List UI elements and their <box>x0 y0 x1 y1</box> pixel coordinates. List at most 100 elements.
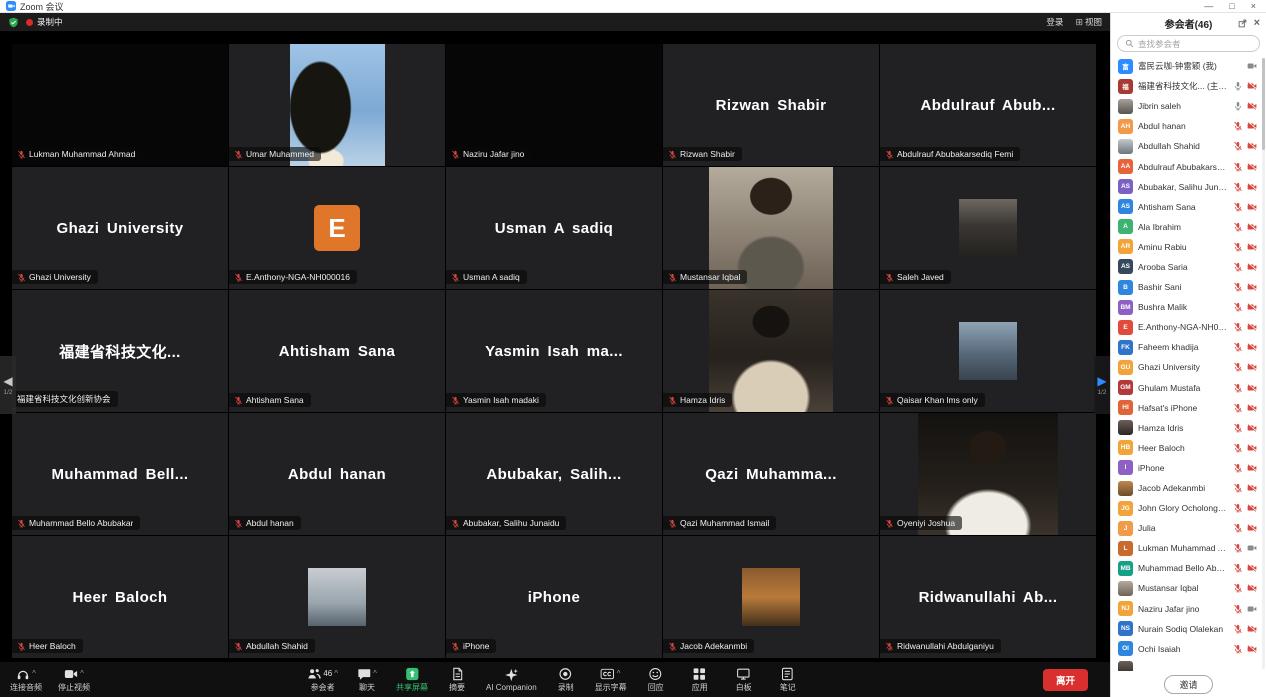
participant-row[interactable]: JG John Glory Ocholongwa <box>1111 498 1266 518</box>
video-tile[interactable]: Abdullah Shahid <box>229 536 445 658</box>
mic-muted-icon <box>1233 443 1243 453</box>
video-tile[interactable]: Hamza Idris <box>663 290 879 412</box>
participants-button[interactable]: 46 ^ 参会者 <box>307 666 338 693</box>
participant-row[interactable]: 富 富民云咖-钟雷颖 (我) <box>1111 56 1266 76</box>
headset-button[interactable]: ^ 连接音频 <box>10 666 42 693</box>
chat-button[interactable]: ^ 聊天 <box>352 666 382 693</box>
participant-row[interactable]: OI Ochi Isaiah <box>1111 639 1266 659</box>
video-tile[interactable]: Lukman Muhammad Ahmad <box>12 44 228 166</box>
participant-row[interactable]: GU Ghazi University <box>1111 357 1266 377</box>
avatar: L <box>1118 541 1133 556</box>
scrollbar-track[interactable] <box>1262 58 1265 669</box>
record-button[interactable]: 录制 <box>551 666 581 693</box>
muted-mic-icon <box>17 519 26 528</box>
video-tile[interactable]: Jacob Adekanmbi <box>663 536 879 658</box>
participant-row[interactable]: AH Abdul hanan <box>1111 116 1266 136</box>
video-tile[interactable]: Saleh Javed <box>880 167 1096 289</box>
participant-row[interactable]: AR Aminu Rabiu <box>1111 237 1266 257</box>
scrollbar-thumb[interactable] <box>1262 58 1265 150</box>
share-screen-button[interactable]: 共享屏幕 <box>396 666 428 693</box>
shield-check-icon[interactable] <box>8 17 19 28</box>
signin-button[interactable]: 登录 <box>1046 16 1063 28</box>
participant-row[interactable] <box>1111 659 1266 671</box>
close-button[interactable]: × <box>1251 2 1256 11</box>
video-tile[interactable]: Umar Muhammed <box>229 44 445 166</box>
participant-row[interactable]: FK Faheem khadija <box>1111 337 1266 357</box>
chevron-up-icon[interactable]: ^ <box>32 670 36 678</box>
video-tile[interactable]: Ghazi University Ghazi University <box>12 167 228 289</box>
ai-companion-button[interactable]: AI Companion <box>486 666 537 693</box>
participant-row[interactable]: AS Abubakar, Salihu Junaidu <box>1111 177 1266 197</box>
chevron-up-icon[interactable]: ^ <box>373 670 377 678</box>
invite-button[interactable]: 邀请 <box>1164 675 1212 694</box>
participant-row[interactable]: 福 福建省科技文化... (主持人) <box>1111 76 1266 96</box>
muted-mic-icon <box>668 642 677 651</box>
reactions-button[interactable]: 回应 <box>641 666 671 693</box>
video-tile[interactable]: Mustansar Iqbal <box>663 167 879 289</box>
summary-button[interactable]: 摘要 <box>442 666 472 693</box>
participant-row[interactable]: Abdullah Shahid <box>1111 136 1266 156</box>
video-tile[interactable]: Ahtisham Sana Ahtisham Sana <box>229 290 445 412</box>
participant-row[interactable]: HB Heer Baloch <box>1111 438 1266 458</box>
toolbar-button-label: 停止视频 <box>58 682 90 693</box>
participant-row[interactable]: Jibrin saleh <box>1111 96 1266 116</box>
arrow-left-icon: ◀ <box>3 375 12 387</box>
search-input[interactable] <box>1138 39 1252 49</box>
participant-row[interactable]: E E.Anthony-NGA-NH000016 <box>1111 317 1266 337</box>
video-tile[interactable]: Qazi Muhamma... Qazi Muhammad Ismail <box>663 413 879 535</box>
video-tile[interactable]: 福建省科技文化... 福建省科技文化创新协会 <box>12 290 228 412</box>
video-tile[interactable]: Oyeniyi Joshua <box>880 413 1096 535</box>
participant-search[interactable] <box>1117 35 1260 52</box>
participant-row[interactable]: Mustansar Iqbal <box>1111 578 1266 598</box>
captions-button[interactable]: ^ 显示字幕 <box>595 666 627 693</box>
video-tile[interactable]: iPhone iPhone <box>446 536 662 658</box>
video-camera-button[interactable]: ^ 停止视频 <box>58 666 90 693</box>
video-tile[interactable]: Rizwan Shabir Rizwan Shabir <box>663 44 879 166</box>
participant-row[interactable]: HI Hafsat's iPhone <box>1111 398 1266 418</box>
video-tile[interactable]: Abubakar, Salih... Abubakar, Salihu Juna… <box>446 413 662 535</box>
popout-icon[interactable] <box>1238 19 1247 28</box>
notes-button[interactable]: 笔记 <box>773 666 803 693</box>
chevron-up-icon[interactable]: ^ <box>334 670 338 678</box>
participant-list[interactable]: 富 富民云咖-钟雷颖 (我) 福 福建省科技文化... (主持人) Jibrin… <box>1111 56 1266 671</box>
apps-button[interactable]: 应用 <box>685 666 715 693</box>
maximize-button[interactable]: □ <box>1229 2 1234 11</box>
leave-meeting-button[interactable]: 离开 <box>1043 669 1088 691</box>
participant-row[interactable]: BM Bushra Malik <box>1111 297 1266 317</box>
video-tile[interactable]: Heer Baloch Heer Baloch <box>12 536 228 658</box>
recording-indicator[interactable]: 录制中 <box>26 16 63 28</box>
video-tile[interactable]: Muhammad Bell... Muhammad Bello Abubakar <box>12 413 228 535</box>
whiteboard-button[interactable]: 白板 <box>729 666 759 693</box>
participant-row[interactable]: I iPhone <box>1111 458 1266 478</box>
participant-row[interactable]: NS Nurain Sodiq Olalekan <box>1111 619 1266 639</box>
participant-row[interactable]: AA Abdulrauf Abubakarsediq Femi <box>1111 156 1266 176</box>
video-tile[interactable]: Abdulrauf Abub... Abdulrauf Abubakarsedi… <box>880 44 1096 166</box>
participant-row[interactable]: B Bashir Sani <box>1111 277 1266 297</box>
video-tile[interactable]: Yasmin Isah ma... Yasmin Isah madaki <box>446 290 662 412</box>
participant-row[interactable]: MB Muhammad Bello Abubakar <box>1111 558 1266 578</box>
video-tile[interactable]: Qaisar Khan lms only <box>880 290 1096 412</box>
participant-row[interactable]: AS Ahtisham Sana <box>1111 197 1266 217</box>
avatar: MB <box>1118 561 1133 576</box>
participant-row[interactable]: L Lukman Muhammad Ahmad <box>1111 538 1266 558</box>
previous-page-arrow[interactable]: ◀ 1/2 <box>0 356 16 414</box>
view-button[interactable]: ⊞视图 <box>1075 16 1102 28</box>
participant-row[interactable]: Hamza Idris <box>1111 418 1266 438</box>
participant-row[interactable]: Jacob Adekanmbi <box>1111 478 1266 498</box>
next-page-arrow[interactable]: ▶ 1/2 <box>1094 356 1110 414</box>
chevron-up-icon[interactable]: ^ <box>80 670 84 678</box>
participant-row[interactable]: GM Ghulam Mustafa <box>1111 378 1266 398</box>
video-tile[interactable]: E E.Anthony-NGA-NH000016 <box>229 167 445 289</box>
video-tile[interactable]: Abdul hanan Abdul hanan <box>229 413 445 535</box>
close-panel-icon[interactable]: × <box>1254 18 1260 29</box>
participant-row[interactable]: AS Arooba Saria <box>1111 257 1266 277</box>
chevron-up-icon[interactable]: ^ <box>617 670 621 678</box>
video-tile[interactable]: Usman A sadiq Usman A sadiq <box>446 167 662 289</box>
minimize-button[interactable]: — <box>1204 2 1213 11</box>
video-tile[interactable]: Ridwanullahi Ab... Ridwanullahi Abdulgan… <box>880 536 1096 658</box>
participant-row[interactable]: J Julia <box>1111 518 1266 538</box>
participant-row[interactable]: NJ Naziru Jafar jino <box>1111 599 1266 619</box>
tile-label-text: Abdul hanan <box>246 518 294 528</box>
video-tile[interactable]: Naziru Jafar jino <box>446 44 662 166</box>
participant-row[interactable]: A Ala Ibrahim <box>1111 217 1266 237</box>
